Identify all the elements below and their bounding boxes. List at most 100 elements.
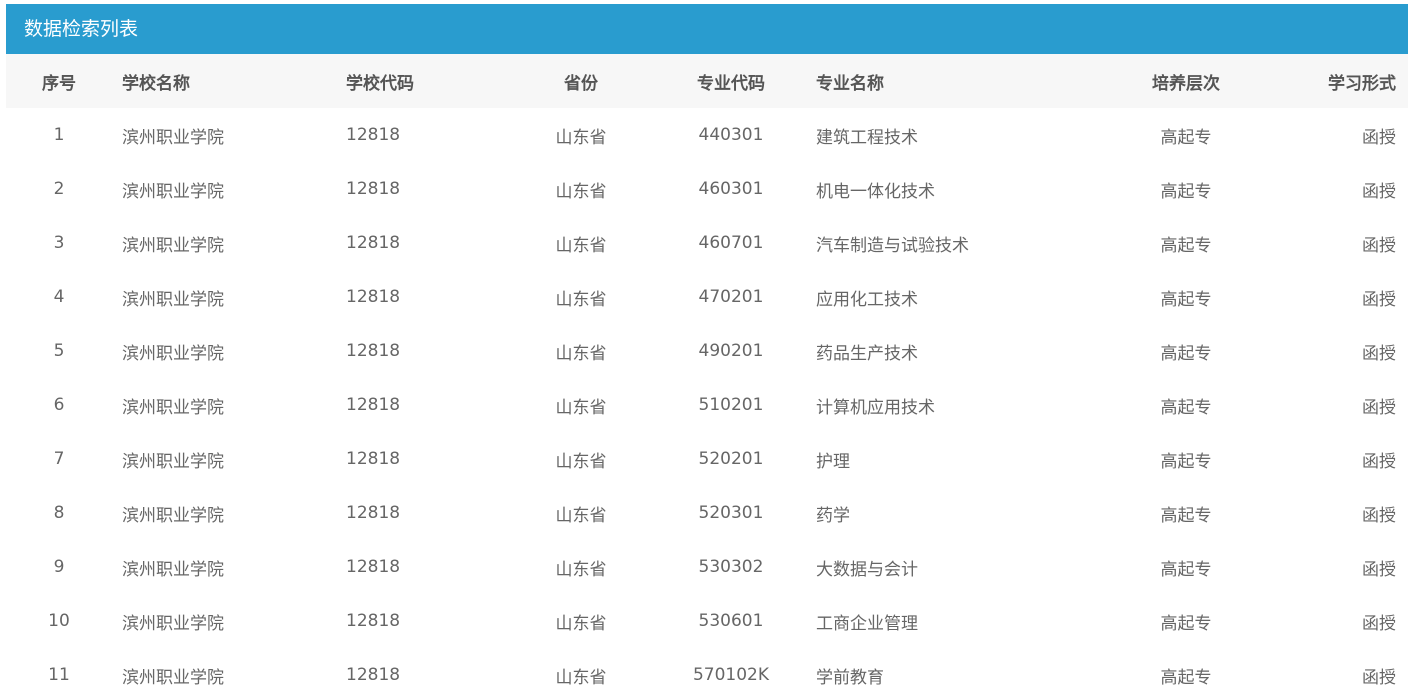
cell-province: 山东省	[555, 289, 607, 310]
cell-study-mode: 函授	[1362, 397, 1396, 418]
cell-major-name: 汽车制造与试验技术	[816, 235, 969, 256]
table-row: 3 滨州职业学院 12818 山东省 460701 汽车制造与试验技术 高起专 函授	[6, 216, 1408, 270]
cell-province: 山东省	[555, 397, 607, 418]
cell-major-name: 工商企业管理	[816, 613, 918, 634]
table-row: 1 滨州职业学院 12818 山东省 440301 建筑工程技术 高起专 函授	[6, 108, 1408, 162]
cell-level: 高起专	[1160, 235, 1212, 256]
cell-province: 山东省	[555, 451, 607, 472]
cell-province: 山东省	[555, 505, 607, 526]
cell-level: 高起专	[1160, 343, 1212, 364]
table-row: 2 滨州职业学院 12818 山东省 460301 机电一体化技术 高起专 函授	[6, 162, 1408, 216]
cell-study-mode: 函授	[1362, 559, 1396, 580]
cell-school-code: 12818	[346, 449, 401, 469]
table-body: 1 滨州职业学院 12818 山东省 440301 建筑工程技术 高起专 函授 2 滨州职业学院 1…	[6, 108, 1408, 698]
cell-level: 高起专	[1160, 505, 1212, 526]
cell-index: 4	[53, 287, 65, 307]
cell-school-name: 滨州职业学院	[122, 667, 224, 688]
cell-school-name: 滨州职业学院	[122, 397, 224, 418]
cell-study-mode: 函授	[1362, 613, 1396, 634]
cell-study-mode: 函授	[1362, 181, 1396, 202]
cell-province: 山东省	[555, 613, 607, 634]
column-header-level: 培养层次	[1152, 73, 1220, 94]
column-header-study-mode: 学习形式	[1328, 73, 1396, 94]
cell-study-mode: 函授	[1362, 505, 1396, 526]
cell-school-code: 12818	[346, 665, 401, 685]
cell-level: 高起专	[1160, 559, 1212, 580]
cell-province: 山东省	[555, 127, 607, 148]
cell-major-code: 460301	[698, 179, 764, 199]
cell-study-mode: 函授	[1362, 343, 1396, 364]
table-row: 5 滨州职业学院 12818 山东省 490201 药品生产技术 高起专 函授	[6, 324, 1408, 378]
cell-major-code: 520301	[698, 503, 764, 523]
table-row: 10 滨州职业学院 12818 山东省 530601 工商企业管理 高起专 函授	[6, 594, 1408, 648]
cell-province: 山东省	[555, 667, 607, 688]
cell-level: 高起专	[1160, 289, 1212, 310]
cell-school-code: 12818	[346, 503, 401, 523]
data-search-panel: 数据检索列表 序号 学校名称 学校代码 省份 专业代码 专业名称 培养层次 学习…	[6, 4, 1408, 698]
table-row: 6 滨州职业学院 12818 山东省 510201 计算机应用技术 高起专 函授	[6, 378, 1408, 432]
cell-major-code: 460701	[698, 233, 764, 253]
cell-index: 1	[53, 125, 65, 145]
cell-major-code: 530302	[698, 557, 764, 577]
cell-level: 高起专	[1160, 397, 1212, 418]
cell-major-code: 510201	[698, 395, 764, 415]
cell-study-mode: 函授	[1362, 235, 1396, 256]
cell-major-code: 490201	[698, 341, 764, 361]
cell-school-name: 滨州职业学院	[122, 181, 224, 202]
table-row: 9 滨州职业学院 12818 山东省 530302 大数据与会计 高起专 函授	[6, 540, 1408, 594]
cell-study-mode: 函授	[1362, 289, 1396, 310]
cell-level: 高起专	[1160, 667, 1212, 688]
table-row: 7 滨州职业学院 12818 山东省 520201 护理 高起专 函授	[6, 432, 1408, 486]
cell-school-code: 12818	[346, 557, 401, 577]
cell-school-code: 12818	[346, 233, 401, 253]
cell-province: 山东省	[555, 559, 607, 580]
column-header-province: 省份	[564, 73, 598, 94]
column-header-index: 序号	[42, 73, 76, 94]
table-row: 8 滨州职业学院 12818 山东省 520301 药学 高起专 函授	[6, 486, 1408, 540]
cell-study-mode: 函授	[1362, 127, 1396, 148]
cell-major-name: 计算机应用技术	[816, 397, 935, 418]
column-header-school-code: 学校代码	[346, 73, 414, 94]
cell-province: 山东省	[555, 235, 607, 256]
cell-index: 3	[53, 233, 65, 253]
cell-school-name: 滨州职业学院	[122, 235, 224, 256]
cell-level: 高起专	[1160, 127, 1212, 148]
cell-school-code: 12818	[346, 395, 401, 415]
cell-major-name: 应用化工技术	[816, 289, 918, 310]
cell-index: 8	[53, 503, 65, 523]
cell-school-name: 滨州职业学院	[122, 559, 224, 580]
results-table: 序号 学校名称 学校代码 省份 专业代码 专业名称 培养层次 学习形式 1 滨州职…	[6, 54, 1408, 698]
cell-study-mode: 函授	[1362, 667, 1396, 688]
cell-index: 9	[53, 557, 65, 577]
cell-school-code: 12818	[346, 125, 401, 145]
cell-major-name: 护理	[816, 451, 850, 472]
cell-major-code: 570102K	[692, 665, 770, 685]
table-header-row: 序号 学校名称 学校代码 省份 专业代码 专业名称 培养层次 学习形式	[6, 54, 1408, 108]
cell-level: 高起专	[1160, 181, 1212, 202]
panel-title: 数据检索列表	[6, 4, 1408, 54]
cell-major-code: 470201	[698, 287, 764, 307]
cell-major-code: 440301	[698, 125, 764, 145]
cell-major-name: 建筑工程技术	[816, 127, 918, 148]
cell-school-code: 12818	[346, 341, 401, 361]
cell-index: 7	[53, 449, 65, 469]
table-row: 4 滨州职业学院 12818 山东省 470201 应用化工技术 高起专 函授	[6, 270, 1408, 324]
cell-major-code: 520201	[698, 449, 764, 469]
cell-level: 高起专	[1160, 613, 1212, 634]
cell-school-name: 滨州职业学院	[122, 613, 224, 634]
column-header-school-name: 学校名称	[122, 73, 190, 94]
cell-school-name: 滨州职业学院	[122, 289, 224, 310]
cell-major-name: 药品生产技术	[816, 343, 918, 364]
cell-index: 10	[48, 611, 70, 631]
cell-school-name: 滨州职业学院	[122, 127, 224, 148]
column-header-major-name: 专业名称	[816, 73, 884, 94]
cell-school-code: 12818	[346, 179, 401, 199]
cell-level: 高起专	[1160, 451, 1212, 472]
cell-school-name: 滨州职业学院	[122, 505, 224, 526]
cell-major-name: 机电一体化技术	[816, 181, 935, 202]
cell-school-code: 12818	[346, 287, 401, 307]
cell-major-name: 药学	[816, 505, 850, 526]
cell-index: 2	[53, 179, 65, 199]
cell-index: 11	[48, 665, 70, 685]
cell-study-mode: 函授	[1362, 451, 1396, 472]
